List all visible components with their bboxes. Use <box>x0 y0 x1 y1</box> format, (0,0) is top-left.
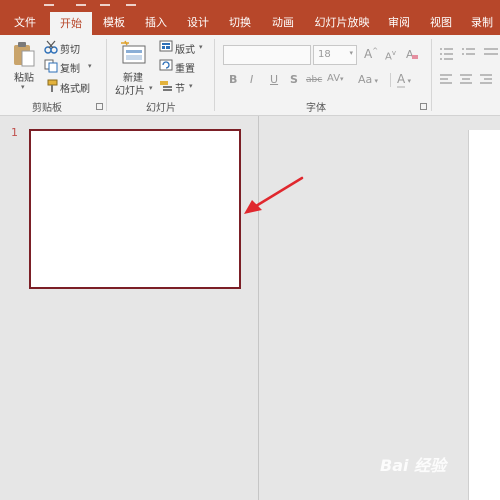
font-color-button[interactable]: A ▾ <box>397 72 411 88</box>
chevron-down-icon[interactable]: ▾ <box>149 84 153 92</box>
cut-button[interactable]: 剪切 <box>60 41 80 56</box>
new-slide-label-2[interactable]: 幻灯片 <box>115 82 145 97</box>
chevron-down-icon[interactable]: ▾ <box>199 43 203 51</box>
svg-text:A: A <box>406 48 414 61</box>
clipboard-group-label: 剪贴板 <box>32 103 62 114</box>
tab-view[interactable]: 视图 <box>424 10 458 35</box>
shrink-font-glyph: A <box>385 51 392 63</box>
layout-button[interactable]: 版式 <box>175 41 195 56</box>
reset-icon[interactable] <box>159 59 173 72</box>
watermark: Bai 经验 <box>380 456 447 475</box>
format-painter-icon[interactable] <box>44 79 58 93</box>
clear-formatting-icon[interactable]: A <box>406 47 418 61</box>
tab-insert[interactable]: 插入 <box>138 10 174 35</box>
caret-up-icon: ^ <box>372 47 379 55</box>
paste-label[interactable]: 粘贴 <box>14 69 34 84</box>
group-divider <box>106 39 107 111</box>
chevron-down-icon: ▾ <box>372 77 379 85</box>
slides-group-label: 幻灯片 <box>146 103 176 114</box>
character-spacing-button[interactable]: AV▾ <box>327 73 344 84</box>
font-size-combo[interactable]: 18 ▾ <box>313 45 357 65</box>
chevron-down-icon[interactable]: ▾ <box>21 83 25 91</box>
copy-icon[interactable] <box>44 59 58 73</box>
annotation-arrow-icon <box>244 176 304 214</box>
chevron-down-icon[interactable]: ▾ <box>349 49 353 57</box>
group-divider <box>431 39 432 111</box>
underline-button[interactable]: U <box>270 73 278 86</box>
layout-icon[interactable] <box>159 40 173 53</box>
new-slide-icon[interactable] <box>120 40 148 66</box>
font-color-glyph: A <box>397 72 406 88</box>
font-name-combo[interactable] <box>223 45 311 65</box>
tab-animations[interactable]: 动画 <box>264 10 302 35</box>
section-button[interactable]: 节 <box>175 80 185 95</box>
reset-button[interactable]: 重置 <box>175 60 195 75</box>
format-painter-button[interactable]: 格式刷 <box>60 80 90 95</box>
grow-font-glyph: A <box>364 47 373 61</box>
grow-font-button[interactable]: A^ <box>364 47 378 61</box>
chevron-down-icon: ▾ <box>340 75 344 83</box>
slide-canvas[interactable] <box>468 130 500 500</box>
dialog-launcher-icon[interactable] <box>420 103 427 110</box>
tab-slideshow[interactable]: 幻灯片放映 <box>310 10 374 35</box>
redo-icon[interactable] <box>100 0 110 6</box>
italic-button[interactable]: I <box>250 73 253 86</box>
slide-thumbnail[interactable] <box>29 129 241 289</box>
chevron-down-icon[interactable]: ▾ <box>88 62 92 70</box>
caret-down-icon: v <box>391 49 396 57</box>
character-spacing-glyph: AV <box>327 73 341 84</box>
text-shadow-button[interactable]: S <box>290 73 298 86</box>
tab-record[interactable]: 录制 <box>464 10 500 35</box>
tab-review[interactable]: 审阅 <box>380 10 418 35</box>
align-icons[interactable] <box>440 73 500 87</box>
title-bar <box>0 0 500 10</box>
shrink-font-button[interactable]: Av <box>385 49 396 62</box>
tab-transitions[interactable]: 切换 <box>222 10 258 35</box>
chevron-down-icon[interactable]: ▾ <box>189 82 193 90</box>
dialog-launcher-icon[interactable] <box>96 103 103 110</box>
change-case-button[interactable]: Aa ▾ <box>358 73 378 86</box>
scissors-icon[interactable] <box>44 40 58 54</box>
font-size-value: 18 <box>318 49 331 60</box>
customize-icon[interactable] <box>126 0 136 6</box>
paste-icon[interactable] <box>12 41 36 67</box>
bold-button[interactable]: B <box>229 73 237 86</box>
font-group-label: 字体 <box>306 103 326 114</box>
divider <box>390 73 391 87</box>
group-divider <box>214 39 215 111</box>
ribbon-tab-bar: 文件 开始 模板 插入 设计 切换 动画 幻灯片放映 审阅 视图 录制 <box>0 10 500 35</box>
strikethrough-button[interactable]: abc <box>306 75 322 85</box>
change-case-glyph: Aa <box>358 73 373 86</box>
undo-icon[interactable] <box>76 0 86 6</box>
section-icon[interactable] <box>159 79 173 92</box>
tab-home[interactable]: 开始 <box>50 12 92 35</box>
save-icon[interactable] <box>44 0 54 6</box>
chevron-down-icon: ▾ <box>405 77 411 85</box>
copy-button[interactable]: 复制 <box>60 60 80 75</box>
tab-design[interactable]: 设计 <box>180 10 216 35</box>
tab-templates[interactable]: 模板 <box>96 10 132 35</box>
ribbon-home: 粘贴 ▾ 剪切 复制 ▾ 格式刷 剪贴板 新建 幻灯片 ▾ 版式 ▾ 重置 节 … <box>0 35 500 116</box>
list-icons[interactable] <box>440 47 500 61</box>
tab-file[interactable]: 文件 <box>4 10 46 35</box>
slide-number: 1 <box>11 126 18 139</box>
